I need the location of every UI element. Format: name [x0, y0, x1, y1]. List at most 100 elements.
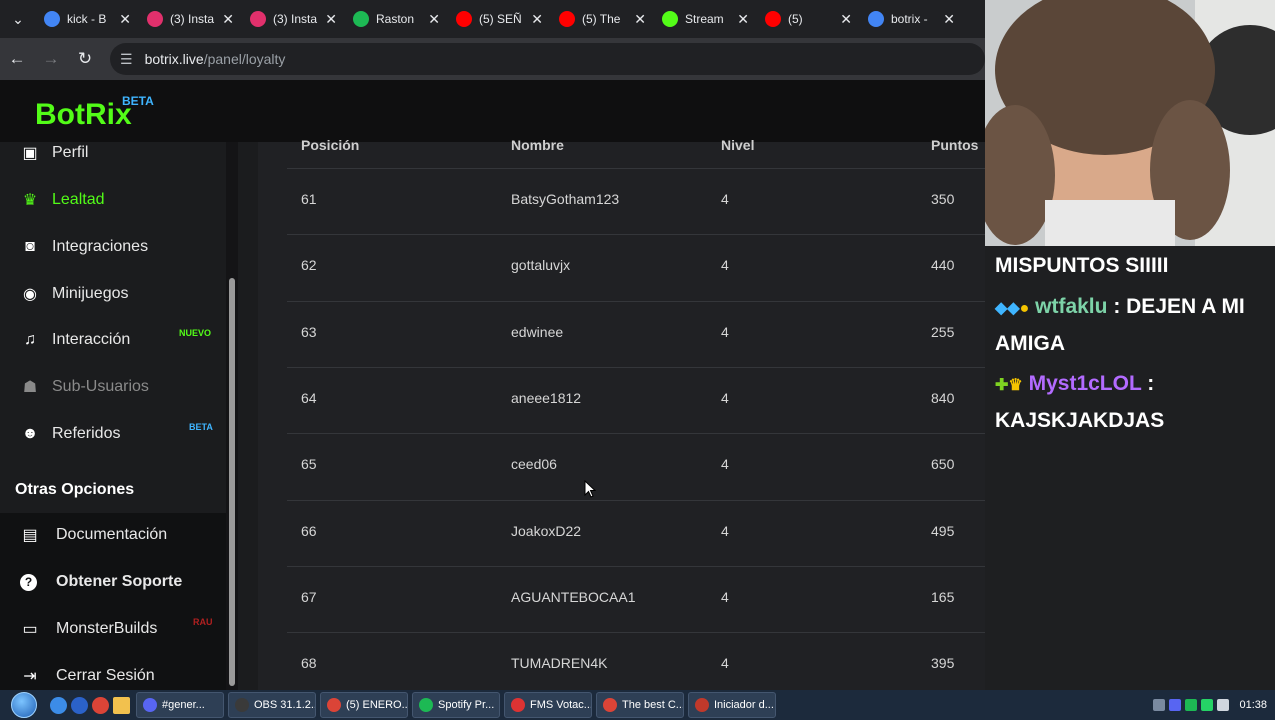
firefox-icon[interactable] — [71, 696, 88, 714]
cell-nivel: 4 — [721, 323, 729, 340]
sidebar-item-referidos[interactable]: ☻ Referidos — [20, 420, 121, 448]
sidebar-item-label: Perfil — [52, 144, 89, 161]
browser-tab[interactable]: (3) Insta ✕ — [242, 4, 345, 34]
gamepad-icon: ◉ — [23, 286, 37, 303]
browser-tab[interactable]: Raston ✕ — [345, 4, 448, 34]
forward-icon[interactable]: → — [34, 49, 68, 69]
tab-close-icon[interactable]: ✕ — [428, 11, 440, 28]
tab-title: (3) Insta — [170, 12, 215, 26]
tab-title: (5) — [788, 12, 803, 26]
chrome-icon[interactable] — [92, 696, 109, 714]
user-group-icon: ☻ — [21, 425, 39, 442]
sidebar-item-obtener-soporte[interactable]: ? Obtener Soporte — [20, 568, 182, 596]
help-circle-icon: ? — [20, 573, 37, 591]
url-host: botrix.live — [144, 51, 204, 67]
browser-tab[interactable]: (5) ✕ — [757, 4, 860, 34]
cell-nombre: edwinee — [511, 323, 564, 340]
tray-icon[interactable] — [1153, 699, 1166, 711]
back-icon[interactable]: ← — [0, 49, 34, 69]
clock[interactable]: 01:38 — [1239, 699, 1267, 711]
tab-close-icon[interactable]: ✕ — [634, 11, 646, 28]
tab-title: botrix - — [891, 12, 928, 26]
column-header-nivel[interactable]: Nivel — [721, 137, 754, 153]
sidebar-item-cerrar-sesion[interactable]: ⇥ Cerrar Sesión — [20, 662, 154, 690]
cell-posicion: 67 — [301, 588, 317, 605]
sidebar-item-interaccion[interactable]: ♫ Interacción — [20, 326, 130, 354]
sidebar-item-sub-usuarios[interactable]: ☗ Sub-Usuarios — [20, 373, 149, 401]
folder-icon[interactable] — [113, 696, 130, 714]
cell-puntos: 650 — [931, 456, 955, 473]
sidebar-item-label: Referidos — [52, 425, 121, 442]
reload-icon[interactable]: ↻ — [68, 49, 102, 69]
cell-puntos: 350 — [931, 191, 955, 207]
column-header-nombre[interactable]: Nombre — [511, 137, 564, 153]
chat-message-1: MISPUNTOS SIIIII — [995, 254, 1169, 277]
site-info-icon[interactable]: ☰ — [120, 51, 133, 68]
tab-favicon-icon — [868, 11, 884, 27]
id-card-icon: ▣ — [22, 145, 38, 162]
browser-tab[interactable]: botrix - ✕ — [860, 4, 963, 34]
sidebar-item-label: MonsterBuilds — [56, 620, 158, 637]
column-header-posicion[interactable]: Posición — [301, 137, 359, 153]
tab-favicon-icon — [250, 11, 266, 27]
tab-close-icon[interactable]: ✕ — [119, 11, 131, 28]
taskbar-task-button[interactable]: Spotify Pr... — [412, 692, 500, 718]
cell-posicion: 68 — [301, 655, 317, 672]
taskbar-task-button[interactable]: Iniciador d... — [688, 692, 776, 718]
tab-search-icon[interactable]: ⌄ — [8, 9, 28, 29]
spotify-tray-icon[interactable] — [1185, 699, 1198, 711]
sidebar-scrollbar[interactable] — [226, 142, 238, 690]
cell-nombre: JoakoxD22 — [511, 522, 582, 539]
tab-favicon-icon — [662, 11, 678, 27]
brand-logo[interactable]: BotRix — [35, 98, 132, 132]
sidebar-item-label: Minijuegos — [52, 285, 129, 302]
tab-title: (3) Insta — [273, 12, 318, 26]
task-app-icon — [143, 698, 157, 712]
tab-close-icon[interactable]: ✕ — [222, 11, 234, 28]
tab-close-icon[interactable]: ✕ — [943, 11, 955, 28]
tab-favicon-icon — [147, 11, 163, 27]
taskbar-task-button[interactable]: FMS Votac... — [504, 692, 592, 718]
whatsapp-tray-icon[interactable] — [1201, 699, 1214, 711]
start-button[interactable] — [0, 690, 48, 720]
tab-close-icon[interactable]: ✕ — [737, 11, 749, 28]
volume-icon[interactable] — [1217, 699, 1230, 711]
sidebar-scrollbar-thumb[interactable] — [229, 278, 235, 686]
sidebar-item-monsterbuilds[interactable]: ▭ MonsterBuilds — [20, 615, 157, 643]
logout-icon: ⇥ — [23, 668, 37, 685]
cell-puntos: 840 — [931, 389, 955, 406]
browser-tab[interactable]: kick - B ✕ — [36, 4, 139, 34]
tab-close-icon[interactable]: ✕ — [325, 11, 337, 28]
taskbar-task-button[interactable]: #gener... — [136, 692, 224, 718]
edge-icon[interactable] — [50, 696, 67, 714]
sidebar-item-perfil[interactable]: ▣ Perfil — [20, 139, 88, 167]
url-input[interactable]: ☰ botrix.live/panel/loyalty — [110, 43, 985, 75]
sidebar-item-lealtad[interactable]: ♛ Lealtad — [20, 186, 105, 214]
cell-nombre: ceed06 — [511, 456, 557, 473]
column-header-puntos[interactable]: Puntos — [931, 137, 978, 153]
tab-close-icon[interactable]: ✕ — [531, 11, 543, 28]
laptop-icon: ▭ — [22, 621, 38, 638]
trophy-icon: ♛ — [22, 192, 38, 209]
taskbar-task-button[interactable]: (5) ENERO... — [320, 692, 408, 718]
cell-puntos: 395 — [931, 655, 955, 672]
tab-close-icon[interactable]: ✕ — [840, 11, 852, 28]
browser-tab[interactable]: (3) Insta ✕ — [139, 4, 242, 34]
sidebar-item-minijuegos[interactable]: ◉ Minijuegos — [20, 280, 128, 308]
discord-tray-icon[interactable] — [1169, 699, 1182, 711]
cell-posicion: 66 — [301, 522, 317, 539]
sidebar-item-documentacion[interactable]: ▤ Documentación — [20, 521, 167, 549]
task-app-icon — [327, 698, 341, 712]
site-header — [0, 80, 985, 142]
task-label: (5) ENERO... — [346, 699, 408, 711]
task-label: The best C... — [622, 699, 684, 711]
browser-tab[interactable]: (5) The ✕ — [551, 4, 654, 34]
browser-tab[interactable]: Stream ✕ — [654, 4, 757, 34]
taskbar-task-button[interactable]: The best C... — [596, 692, 684, 718]
tab-favicon-icon — [559, 11, 575, 27]
taskbar-task-button[interactable]: OBS 31.1.2... — [228, 692, 316, 718]
tab-title: kick - B — [67, 12, 107, 26]
browser-tab[interactable]: (5) SEÑ ✕ — [448, 4, 551, 34]
url-path: /panel/loyalty — [203, 51, 286, 67]
sidebar-item-integraciones[interactable]: ◙ Integraciones — [20, 233, 148, 261]
